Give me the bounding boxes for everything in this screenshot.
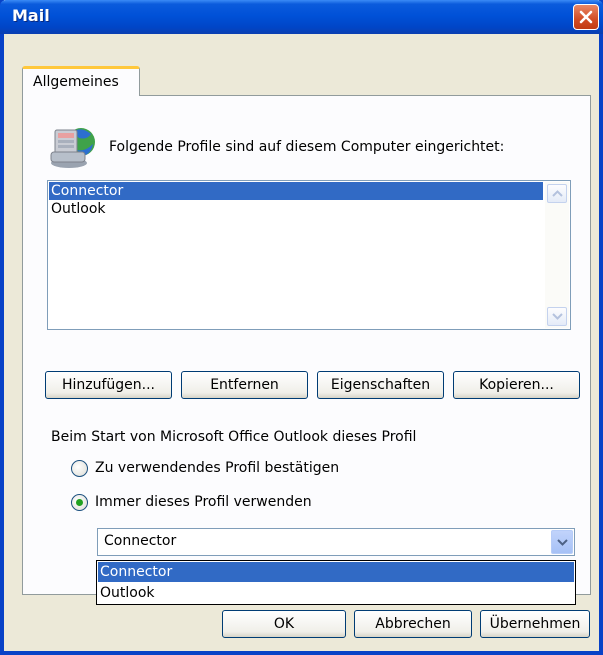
tab-label: Allgemeines <box>33 74 119 90</box>
dropdown-option[interactable]: Outlook <box>98 583 574 603</box>
profiles-header-text: Folgende Profile sind auf diesem Compute… <box>109 139 505 155</box>
radio-selected-dot <box>76 499 83 506</box>
tab-allgemeines[interactable]: Allgemeines <box>22 66 140 96</box>
profile-dropdown-list[interactable]: Connector Outlook <box>96 560 576 605</box>
remove-profile-button[interactable]: Entfernen <box>181 371 308 399</box>
close-icon <box>579 10 593 24</box>
startup-label: Beim Start von Microsoft Office Outlook … <box>51 429 417 445</box>
mail-profile-icon <box>50 128 95 168</box>
chevron-down-icon <box>552 313 563 320</box>
profile-combobox[interactable]: Connector <box>97 528 575 556</box>
cancel-button[interactable]: Abbrechen <box>354 610 472 638</box>
combo-value: Connector <box>104 533 177 549</box>
confirm-profile-radio[interactable] <box>71 460 88 477</box>
window-title: Mail <box>12 6 50 25</box>
close-button[interactable] <box>573 4 599 30</box>
combo-dropdown-button[interactable] <box>551 530 573 554</box>
apply-button[interactable]: Übernehmen <box>480 610 590 638</box>
always-use-profile-radio[interactable] <box>71 494 88 511</box>
properties-button[interactable]: Eigenschaften <box>317 371 444 399</box>
chevron-down-icon <box>557 539 568 546</box>
vertical-scrollbar[interactable] <box>545 182 569 328</box>
add-profile-button[interactable]: Hinzufügen... <box>45 371 172 399</box>
list-item[interactable]: Outlook <box>49 200 543 218</box>
dropdown-option[interactable]: Connector <box>98 562 574 582</box>
scroll-down-button[interactable] <box>547 307 567 326</box>
chevron-up-icon <box>552 190 563 197</box>
always-use-profile-label[interactable]: Immer dieses Profil verwenden <box>95 494 312 510</box>
profiles-listbox[interactable]: Connector Outlook <box>47 180 571 330</box>
general-panel: Folgende Profile sind auf diesem Compute… <box>22 95 591 595</box>
ok-button[interactable]: OK <box>222 610 346 638</box>
list-item[interactable]: Connector <box>49 182 543 200</box>
scroll-up-button[interactable] <box>547 184 567 203</box>
copy-profile-button[interactable]: Kopieren... <box>453 371 580 399</box>
title-bar[interactable]: Mail <box>0 0 603 34</box>
confirm-profile-label[interactable]: Zu verwendendes Profil bestätigen <box>95 460 339 476</box>
mail-dialog: Mail Allgemeines Folgende Profile sind a… <box>0 0 603 655</box>
